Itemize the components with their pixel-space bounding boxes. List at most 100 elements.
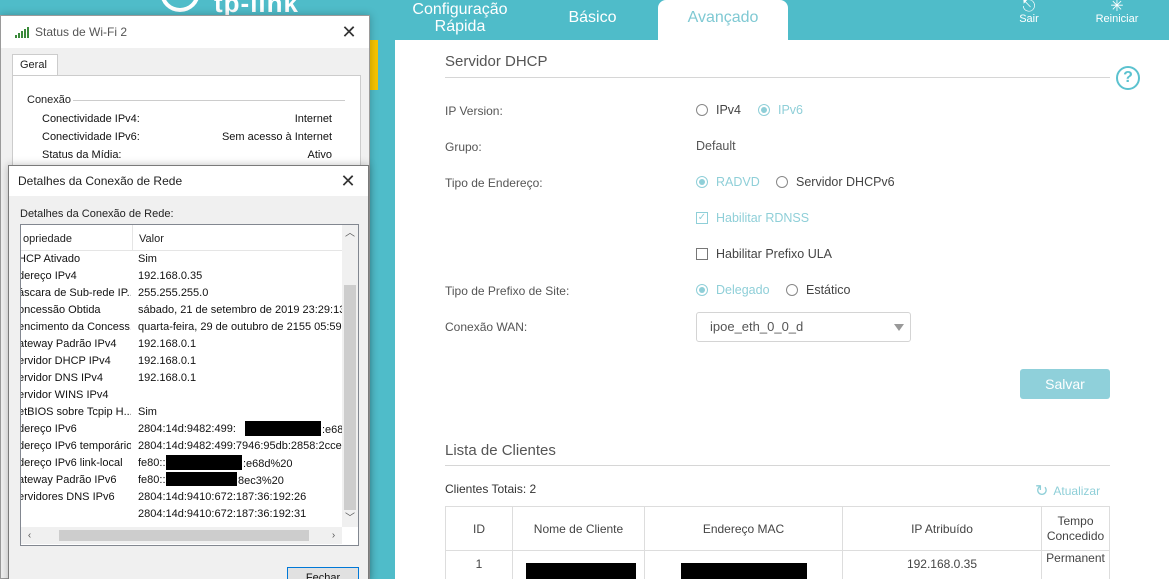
link-local-tail: :e68d%20 — [243, 458, 293, 470]
ip-version-label: IP Version: — [445, 104, 503, 118]
total-clients: Clientes Totais: 2 — [445, 482, 537, 496]
save-button[interactable]: Salvar — [1020, 369, 1110, 399]
tab-general[interactable]: Geral — [12, 54, 58, 76]
client-id: 1 — [445, 550, 513, 579]
property-value: 2804:14d:9482:499:7946:95db:2858:2cce — [138, 440, 342, 452]
property-value: 255.255.255.0 — [138, 287, 209, 299]
dhcp-section-title: Servidor DHCP — [445, 53, 548, 70]
reboot-button[interactable]: ✳ Reiniciar — [1087, 0, 1147, 25]
scroll-up-icon[interactable]: ︿ — [342, 225, 358, 242]
group-divider — [73, 100, 345, 101]
property-value: quarta-feira, 29 de outubro de 2155 05:5… — [138, 321, 342, 333]
list-item[interactable]: HCP Ativado Sim — [21, 253, 342, 270]
window-title: Status de Wi-Fi 2 — [1, 16, 369, 48]
connection-group-label: Conexão — [27, 94, 72, 106]
refresh-icon: ↻ — [1035, 483, 1049, 500]
vertical-scrollbar[interactable]: ︿ ﹀ — [342, 225, 358, 527]
refresh-button[interactable]: ↻ Atualizar — [1035, 481, 1100, 501]
network-details-window: Detalhes da Conexão de Rede ✕ Detalhes d… — [8, 165, 369, 579]
main-content: Servidor DHCP ? IP Version: IPv4 IPv6 Gr… — [395, 40, 1169, 579]
table-header-row: ID Nome de Cliente Endereço MAC IP Atrib… — [445, 506, 1110, 551]
checkmark-icon: ✓ — [696, 212, 708, 224]
list-item[interactable]: dereço IPv4 192.168.0.35 — [21, 270, 342, 287]
property-value: 192.168.0.1 — [138, 338, 197, 350]
exit-label: Sair — [1019, 13, 1039, 25]
close-button[interactable]: Fechar — [287, 567, 359, 579]
list-item[interactable]: encimento da Concess... quarta-feira, 29 … — [21, 321, 342, 338]
col-lease: Tempo Concedido — [1041, 506, 1110, 551]
list-item[interactable]: ervidor WINS IPv4 — [21, 389, 342, 406]
client-name — [512, 550, 645, 579]
section-divider — [445, 77, 1110, 78]
redaction-box — [166, 455, 242, 470]
property-name: ervidor WINS IPv4 — [21, 389, 109, 401]
ipv6-radio[interactable]: IPv6 — [758, 103, 803, 117]
scroll-thumb[interactable] — [59, 530, 309, 541]
property-value: 192.168.0.1 — [138, 355, 197, 367]
enable-ula-checkbox[interactable]: Habilitar Prefixo ULA — [696, 247, 832, 261]
wan-connection-label: Conexão WAN: — [445, 320, 528, 334]
horizontal-scrollbar[interactable]: ‹ › — [21, 527, 342, 544]
exit-button[interactable]: ⎋ Sair — [999, 0, 1059, 25]
details-caption: Detalhes da Conexão de Rede: — [20, 208, 174, 220]
list-item[interactable]: 2804:14d:9410:672:187:36:192:31 — [21, 508, 342, 525]
property-name: dereço IPv6 temporário — [21, 440, 131, 452]
list-item[interactable]: ateway Padrão IPv4 192.168.0.1 — [21, 338, 342, 355]
redaction-box — [166, 472, 237, 486]
tab-advanced[interactable]: Avançado — [658, 0, 788, 42]
property-name: HCP Ativado — [21, 253, 81, 265]
col-mac: Endereço MAC — [644, 506, 843, 551]
ipv4-radio[interactable]: IPv4 — [696, 103, 741, 117]
property-name: etBIOS sobre Tcpip H... — [21, 406, 131, 418]
property-name: encimento da Concess... — [21, 321, 131, 333]
col-value[interactable]: Valor — [139, 233, 164, 245]
col-client-name: Nome de Cliente — [512, 506, 645, 551]
close-icon[interactable]: ✕ — [337, 16, 361, 48]
scroll-down-icon[interactable]: ﹀ — [342, 510, 358, 527]
list-item[interactable]: ervidor DNS IPv4 192.168.0.1 — [21, 372, 342, 389]
site-prefix-label: Tipo de Prefixo de Site: — [445, 284, 570, 298]
property-value: 2804:14d:9410:672:187:36:192:26 — [138, 491, 307, 503]
scroll-left-icon[interactable]: ‹ — [21, 527, 38, 544]
ipv4-connectivity-row: Conectividade IPv4: Internet — [42, 113, 332, 125]
property-value: sábado, 21 de setembro de 2019 23:29:13 — [138, 304, 342, 316]
property-name: dereço IPv6 link-local — [21, 457, 123, 469]
list-item[interactable]: ervidores DNS IPv6 2804:14d:9410:672:187:… — [21, 491, 342, 508]
close-icon[interactable]: ✕ — [336, 165, 360, 197]
tab-basic[interactable]: Básico — [545, 0, 640, 40]
help-icon[interactable]: ? — [1116, 66, 1140, 90]
media-status-row: Status da Mídia: Ativo — [42, 149, 332, 161]
details-list[interactable]: opriedade Valor HCP Ativado Sim dereço IPv… — [20, 224, 359, 546]
property-value: 192.168.0.35 — [138, 270, 203, 282]
window-title: Detalhes da Conexão de Rede — [9, 166, 368, 196]
scroll-right-icon[interactable]: › — [325, 527, 342, 544]
client-lease: Permanent — [1041, 550, 1110, 579]
property-value: Sim — [138, 406, 157, 418]
dhcpv6-server-radio[interactable]: Servidor DHCPv6 — [776, 175, 895, 189]
list-item[interactable]: ervidor DHCP IPv4 192.168.0.1 — [21, 355, 342, 372]
group-label: Grupo: — [445, 140, 482, 154]
redaction-box — [681, 563, 807, 579]
ipv6-connectivity-row: Conectividade IPv6: Sem acesso à Internet — [42, 131, 332, 143]
list-item[interactable]: áscara de Sub-rede IP... 255.255.255.0 — [21, 287, 342, 304]
gateway-ipv6-tail: 8ec3%20 — [238, 475, 284, 487]
client-list-title: Lista de Clientes — [445, 442, 556, 459]
property-name: ervidor DNS IPv4 — [21, 372, 103, 384]
group-value: Default — [696, 139, 736, 153]
list-item[interactable]: oncessão Obtida sábado, 21 de setembro de… — [21, 304, 342, 321]
radvd-radio[interactable]: RADVD — [696, 175, 760, 189]
static-radio[interactable]: Estático — [786, 283, 850, 297]
redaction-box — [526, 563, 636, 579]
col-property[interactable]: opriedade — [23, 233, 72, 245]
property-name: ateway Padrão IPv4 — [21, 338, 117, 350]
property-name: ateway Padrão IPv6 — [21, 474, 117, 486]
chevron-down-icon — [894, 324, 904, 331]
property-value: 2804:14d:9410:672:187:36:192:31 — [138, 508, 307, 520]
scroll-thumb[interactable] — [344, 285, 356, 510]
delegated-radio[interactable]: Delegado — [696, 283, 770, 297]
tab-quick-setup[interactable]: Configuração Rápida — [400, 1, 520, 41]
property-name: oncessão Obtida — [21, 304, 101, 316]
enable-rdnss-checkbox[interactable]: ✓ Habilitar RDNSS — [696, 211, 809, 225]
wan-connection-select[interactable]: ipoe_eth_0_0_d — [696, 312, 911, 342]
address-type-label: Tipo de Endereço: — [445, 176, 543, 190]
